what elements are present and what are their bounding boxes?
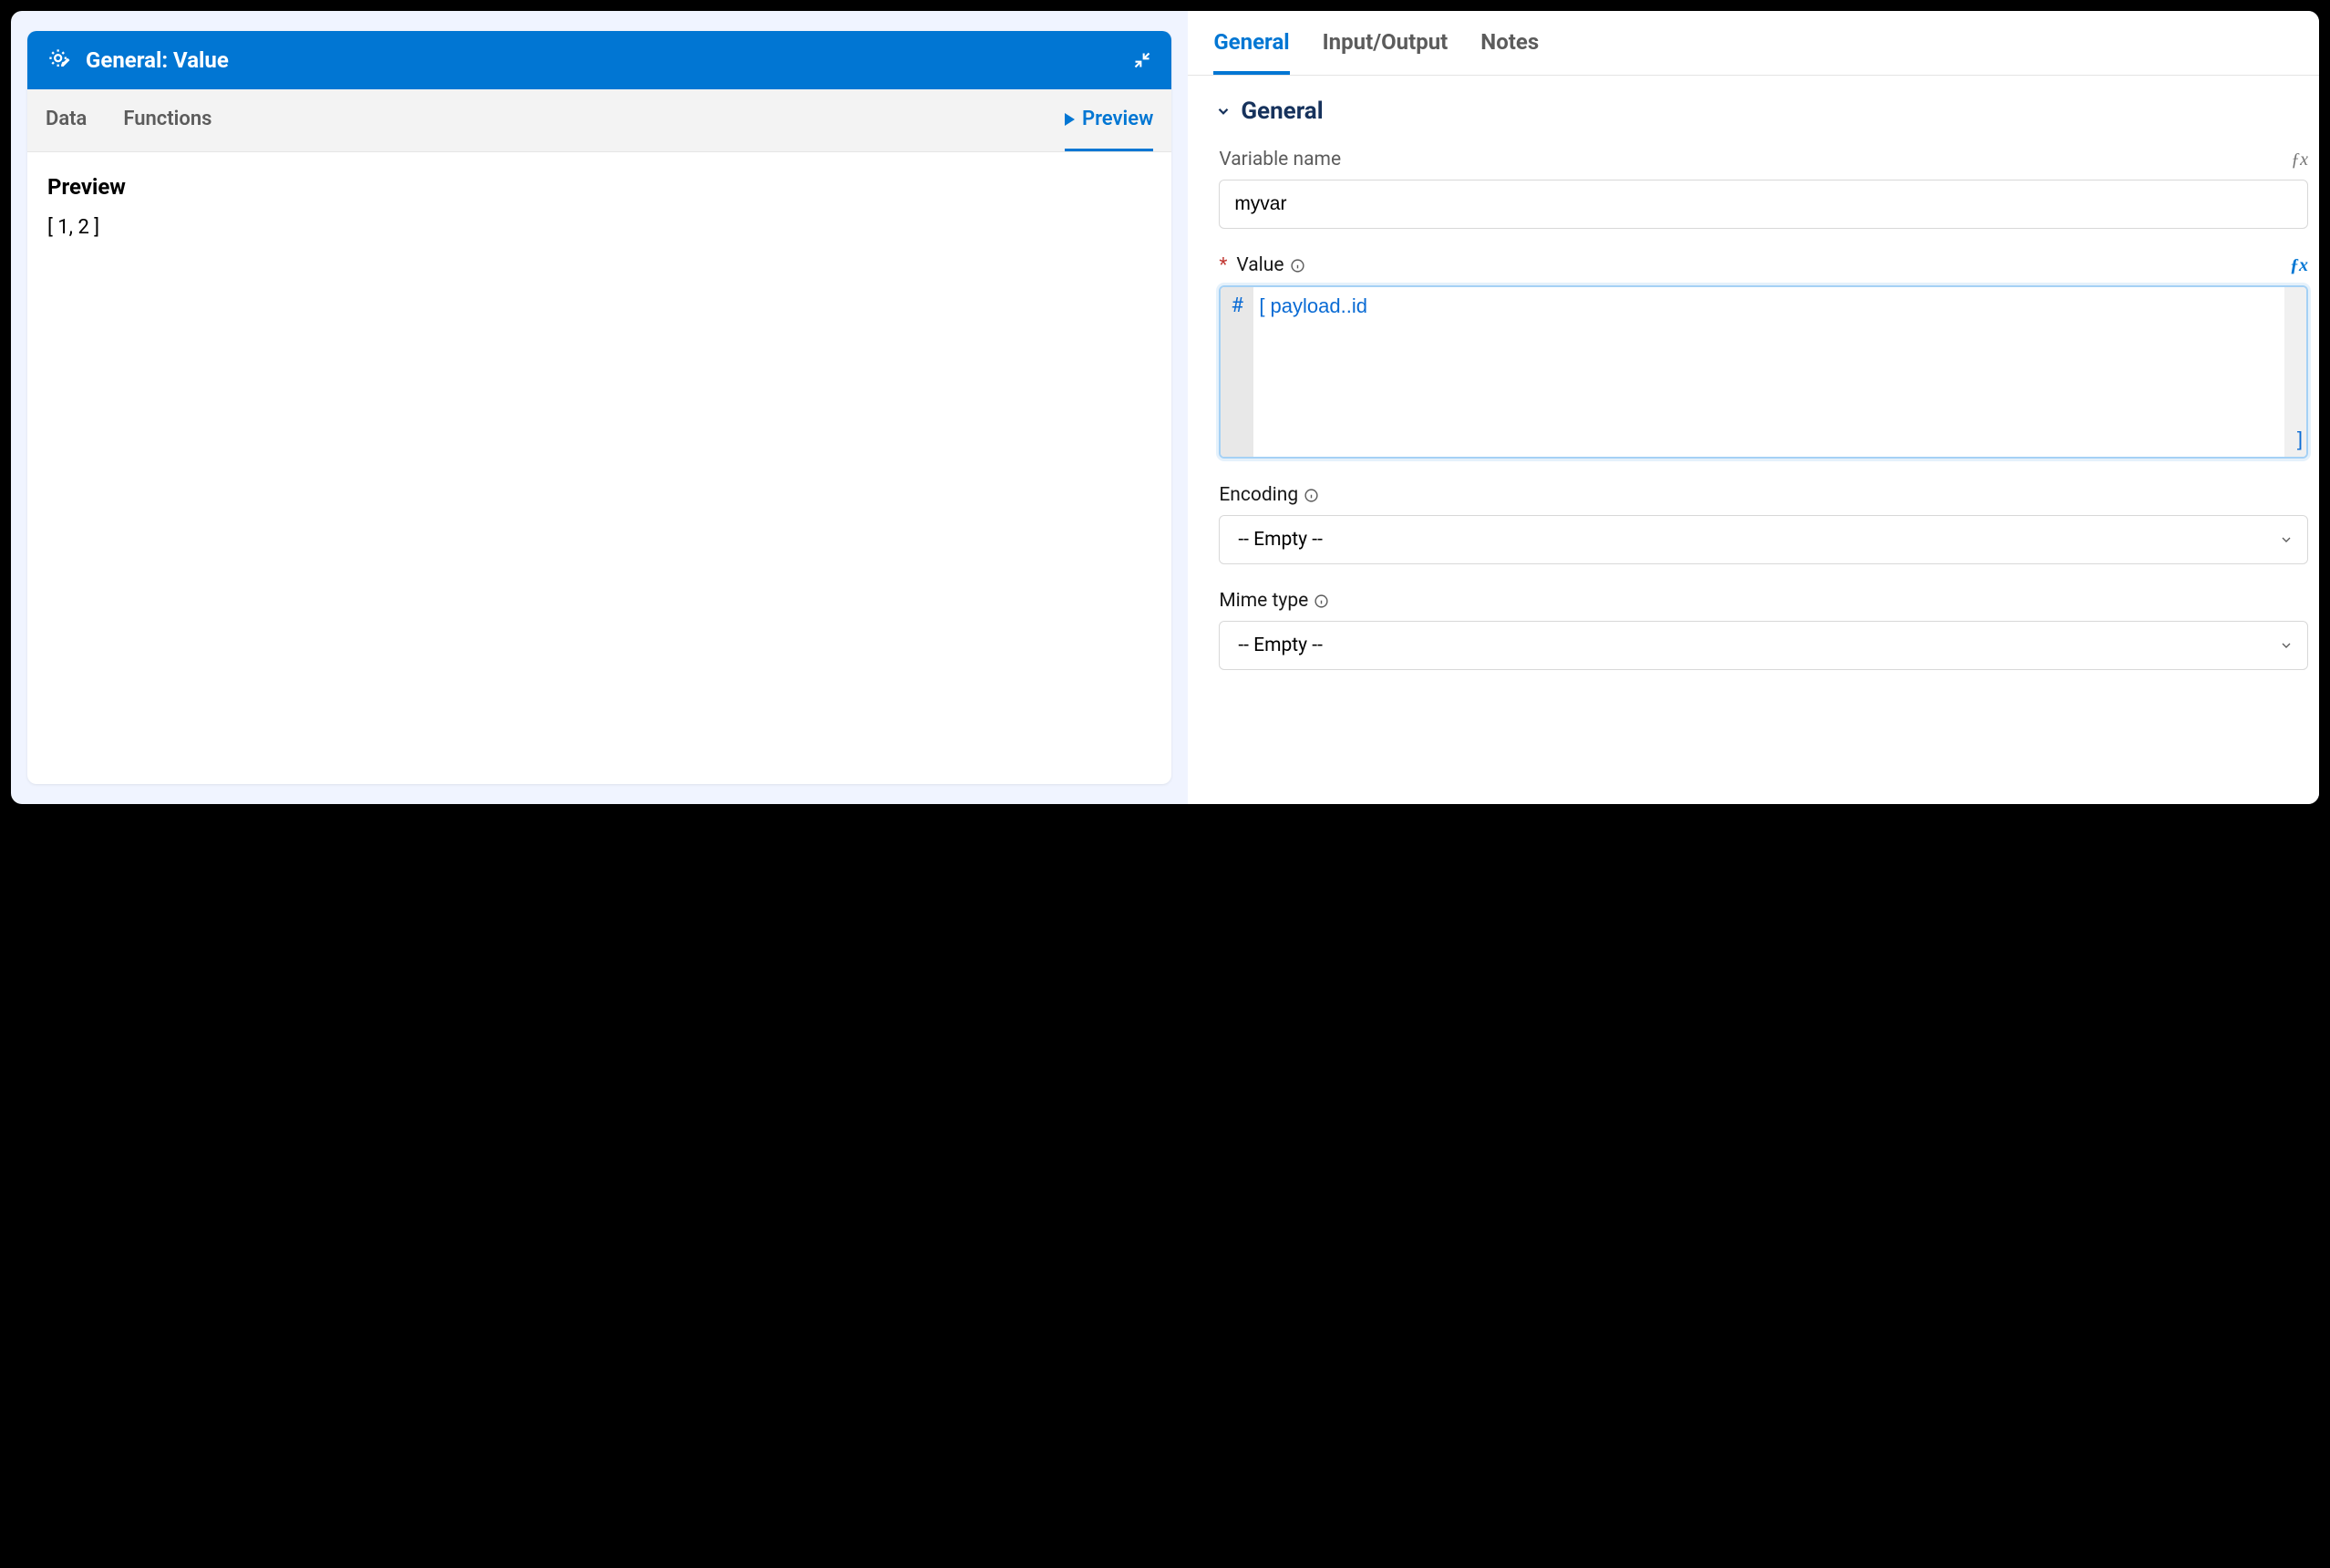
code-bracket-close: ] [2297,428,2303,451]
card-header: General: Value [27,31,1171,89]
variable-name-input[interactable] [1219,180,2308,229]
gear-pencil-icon [47,47,73,73]
tab-general[interactable]: General [1213,29,1289,75]
mime-type-select[interactable]: -- Empty -- [1219,621,2308,670]
encoding-select[interactable]: -- Empty -- [1219,515,2308,564]
right-tab-bar: General Input/Output Notes [1188,11,2319,76]
code-content[interactable]: [ payload..id ] [1221,287,2306,457]
label-encoding: Encoding [1219,484,1319,506]
collapse-icon[interactable] [1133,51,1151,69]
code-hash: # [1221,294,1253,317]
label-variable-name: Variable name [1219,149,1341,170]
preview-output: [ 1, 2 ] [47,216,1151,239]
fx-icon[interactable]: ƒx [2290,255,2308,276]
tab-input-output[interactable]: Input/Output [1323,29,1449,75]
preview-heading: Preview [47,174,1151,200]
fx-icon[interactable]: ƒx [2291,150,2308,170]
label-mime-type: Mime type [1219,590,1329,612]
app-container: General: Value Data Functions Preview [11,11,2319,804]
label-encoding-text: Encoding [1219,484,1298,506]
required-star-icon: * [1219,254,1227,276]
chevron-down-icon [1215,103,1232,119]
label-value-text: Value [1236,254,1284,276]
encoding-select-wrapper: -- Empty -- [1219,515,2308,564]
left-tabs-group: Data Functions [46,89,211,151]
tab-preview[interactable]: Preview [1065,89,1153,151]
field-encoding: Encoding -- Empty -- [1215,484,2308,564]
label-row-variable-name: Variable name ƒx [1219,149,2308,170]
info-icon[interactable] [1290,258,1305,273]
code-expression: payload..id [1264,294,1367,317]
info-icon[interactable] [1314,593,1329,609]
play-icon [1065,113,1075,126]
right-body: General Variable name ƒx * Value [1188,76,2319,717]
tab-preview-label: Preview [1082,108,1153,130]
mime-type-select-wrapper: -- Empty -- [1219,621,2308,670]
field-variable-name: Variable name ƒx [1215,149,2308,229]
preview-card: General: Value Data Functions Preview [27,31,1171,784]
right-panel: General Input/Output Notes General Varia… [1188,11,2319,804]
tab-notes[interactable]: Notes [1480,29,1539,75]
field-value: * Value ƒx # [ payload..id [1215,254,2308,459]
section-title: General [1241,98,1323,125]
card-title: General: Value [86,47,229,73]
label-row-encoding: Encoding [1219,484,2308,506]
section-header-general[interactable]: General [1215,98,2308,125]
tab-data[interactable]: Data [46,89,87,151]
value-code-editor[interactable]: # [ payload..id ] [1219,285,2308,459]
left-tab-bar: Data Functions Preview [27,89,1171,152]
label-row-mime-type: Mime type [1219,590,2308,612]
field-mime-type: Mime type -- Empty -- [1215,590,2308,670]
tab-functions[interactable]: Functions [123,89,211,151]
card-body: Preview [ 1, 2 ] [27,152,1171,784]
left-panel: General: Value Data Functions Preview [11,11,1188,804]
info-icon[interactable] [1304,488,1319,503]
card-header-left: General: Value [47,47,229,73]
label-value: * Value [1219,254,1304,276]
label-row-value: * Value ƒx [1219,254,2308,276]
label-mime-type-text: Mime type [1219,590,1308,612]
